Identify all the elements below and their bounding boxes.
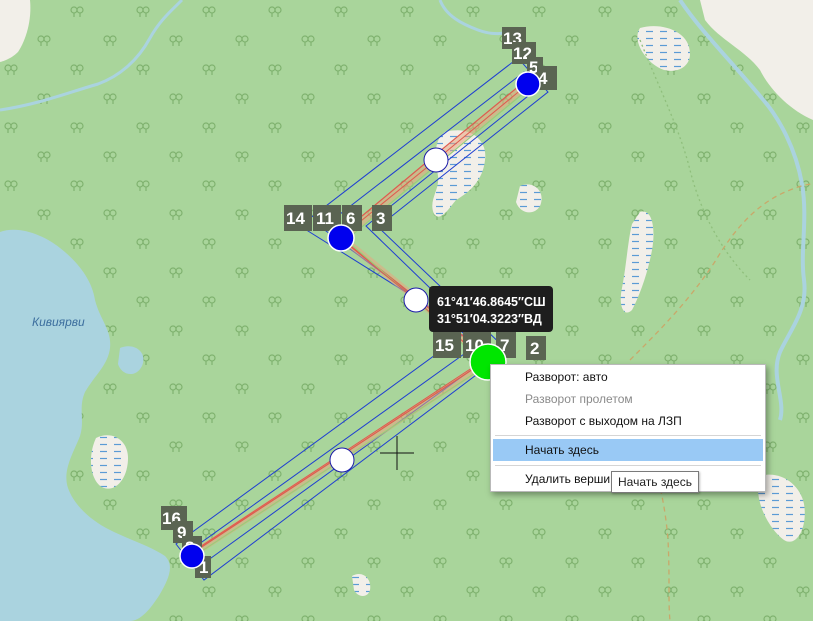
svg-text:14: 14 [286, 209, 305, 228]
vertex-label-14: 14 [284, 205, 312, 231]
hint-tooltip: Начать здесь [611, 471, 699, 493]
latitude-text: 61°41′46.8645″СШ [437, 295, 546, 309]
menu-item-start-here[interactable]: Начать здесь [493, 439, 763, 461]
menu-separator [495, 465, 761, 466]
vertex-label-2: 2 [526, 336, 546, 360]
forest-tree-symbols [0, 0, 813, 621]
midpoint-handle[interactable] [423, 147, 449, 173]
vertex-label-15: 15 [433, 332, 461, 358]
svg-text:15: 15 [435, 336, 454, 355]
midpoint-handle[interactable] [329, 447, 355, 473]
menu-separator [495, 435, 761, 436]
midpoint-handle[interactable] [403, 287, 429, 313]
menu-item-turn-exit-line[interactable]: Разворот с выходом на ЛЗП [493, 410, 763, 432]
map-canvas[interactable]: Кивиярви 13 12 5 4 14 11 6 3 15 10 7 2 1… [0, 0, 813, 621]
vertex-point[interactable] [179, 543, 205, 569]
lake-label: Кивиярви [32, 315, 85, 329]
menu-item-turn-auto[interactable]: Разворот: авто [493, 366, 763, 388]
svg-text:3: 3 [376, 209, 385, 228]
coordinate-tooltip: 61°41′46.8645″СШ 31°51′04.3223″ВД [429, 286, 553, 332]
vertex-label-3: 3 [372, 205, 392, 231]
menu-item-turn-flyover: Разворот пролетом [525, 392, 633, 406]
svg-text:2: 2 [530, 339, 539, 358]
longitude-text: 31°51′04.3223″ВД [437, 312, 542, 326]
svg-text:11: 11 [316, 209, 334, 228]
vertex-point[interactable] [327, 224, 355, 252]
svg-text:6: 6 [346, 209, 355, 228]
vertex-point[interactable] [515, 71, 541, 97]
